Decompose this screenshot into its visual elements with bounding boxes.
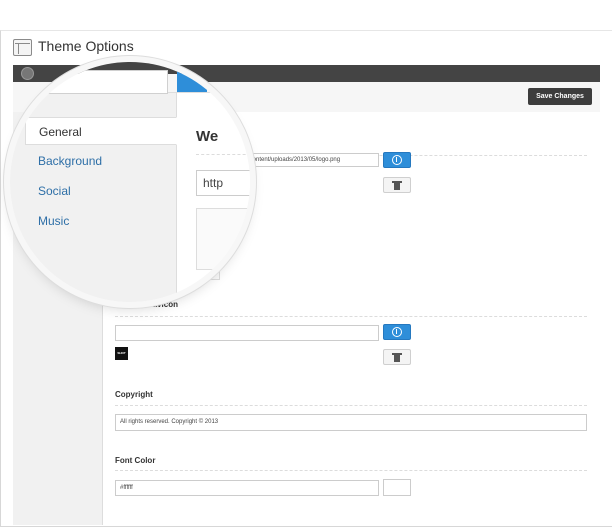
zoomed-toolbar-blue-button[interactable] [177, 70, 207, 92]
copyright-input[interactable]: All rights reserved. Copyright © 2013 [115, 414, 587, 431]
section-divider [115, 405, 587, 406]
trash-icon [392, 353, 402, 362]
trash-icon [392, 181, 402, 190]
sidebar-item-music[interactable]: Music [25, 207, 176, 235]
section-divider [115, 470, 587, 471]
favicon-url-input[interactable] [115, 325, 379, 341]
section-divider [115, 316, 587, 317]
font-color-swatch[interactable] [383, 479, 411, 496]
upload-icon [392, 155, 402, 165]
sidebar-item-background[interactable]: Background [25, 147, 176, 175]
font-color-input[interactable]: #ffffff [115, 480, 379, 496]
save-changes-button[interactable]: Save Changes [528, 88, 592, 105]
zoomed-divider [196, 154, 250, 155]
sidebar-item-general[interactable]: General [25, 117, 177, 145]
logo-delete-button[interactable] [383, 177, 411, 193]
theme-options-icon [13, 39, 32, 56]
favicon-delete-button[interactable] [383, 349, 411, 365]
font-color-label: Font Color [115, 456, 156, 465]
favicon-upload-button[interactable] [383, 324, 411, 340]
upload-icon [392, 327, 402, 337]
zoom-magnifier: General Background Social Music We http [10, 62, 250, 302]
magnifier-lens: General Background Social Music We http [10, 62, 250, 302]
sidebar-item-social[interactable]: Social [25, 177, 176, 205]
zoomed-toolbar-input[interactable] [20, 70, 168, 94]
copyright-label: Copyright [115, 390, 153, 399]
favicon-thumbnail: SHOT [115, 347, 128, 360]
zoomed-section-heading: We [196, 128, 219, 145]
page-title: Theme Options [38, 38, 134, 54]
zoomed-logo-preview [196, 208, 250, 270]
zoomed-logo-url-input[interactable]: http [196, 170, 250, 196]
logo-upload-button[interactable] [383, 152, 411, 168]
